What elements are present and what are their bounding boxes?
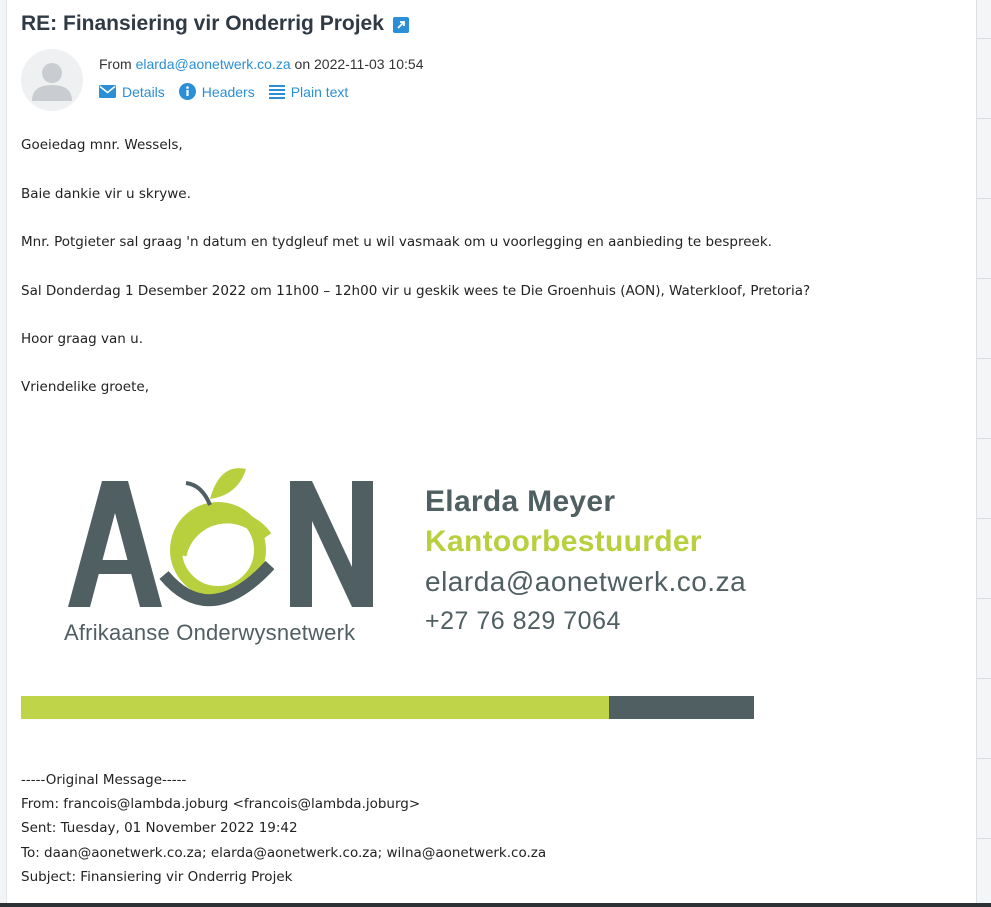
signature-name: Elarda Meyer: [425, 485, 616, 518]
user-avatar-icon: [21, 49, 83, 111]
message-date: on 2022-11-03 10:54: [294, 56, 424, 72]
message-actions: Details Headers Plain text: [99, 83, 348, 100]
lines-icon: [268, 84, 285, 99]
signature-title: Kantoorbestuurder: [425, 525, 702, 558]
body-line: Mnr. Potgieter sal graag 'n datum en tyd…: [21, 234, 772, 250]
from-email-link[interactable]: elarda@aonetwerk.co.za: [136, 56, 291, 72]
original-from: From: francois@lambda.joburg <francois@l…: [21, 796, 421, 812]
original-sent: Sent: Tuesday, 01 November 2022 19:42: [21, 820, 298, 836]
headers-button[interactable]: Headers: [178, 83, 255, 100]
external-link-icon[interactable]: [392, 17, 409, 33]
headers-label: Headers: [201, 83, 255, 100]
body-line: Sal Donderdag 1 Desember 2022 om 11h00 –…: [21, 283, 811, 299]
details-label: Details: [122, 83, 165, 100]
body-line: Goeiedag mnr. Wessels,: [21, 137, 183, 153]
signature-bar-gray: [609, 696, 754, 719]
original-message-header: -----Original Message-----: [21, 772, 187, 788]
message-subject: RE: Finansiering vir Onderrig Projek: [21, 12, 409, 36]
plain-text-label: Plain text: [290, 83, 349, 100]
info-icon: [178, 83, 196, 100]
aon-logo: [60, 455, 390, 620]
signature-bar-green: [21, 696, 609, 719]
body-line: Vriendelike groete,: [21, 379, 149, 395]
subject-text: RE: Finansiering vir Onderrig Projek: [21, 12, 384, 35]
logo-tagline: Afrikaanse Onderwysnetwerk: [64, 620, 356, 645]
from-line: From elarda@aonetwerk.co.za on 2022-11-0…: [99, 56, 424, 72]
envelope-icon: [99, 85, 116, 98]
signature-email[interactable]: elarda@aonetwerk.co.za: [425, 566, 746, 598]
details-button[interactable]: Details: [99, 83, 165, 100]
original-subject: Subject: Finansiering vir Onderrig Proje…: [21, 869, 293, 885]
plain-text-button[interactable]: Plain text: [268, 83, 349, 100]
original-to: To: daan@aonetwerk.co.za; elarda@aonetwe…: [21, 845, 547, 861]
from-prefix: From: [99, 56, 132, 72]
right-scrollbar[interactable]: [976, 0, 991, 907]
body-line: Hoor graag van u.: [21, 331, 143, 347]
signature-phone[interactable]: +27 76 829 7064: [425, 607, 621, 636]
bottom-edge: [0, 903, 991, 907]
left-panel-edge: [0, 0, 7, 907]
body-line: Baie dankie vir u skrywe.: [21, 186, 191, 202]
